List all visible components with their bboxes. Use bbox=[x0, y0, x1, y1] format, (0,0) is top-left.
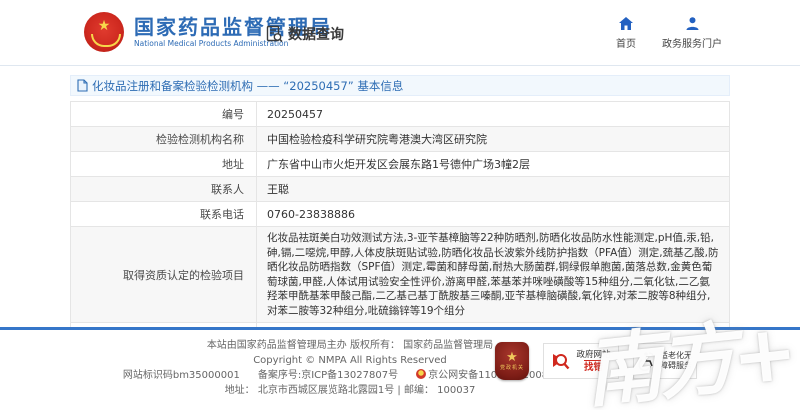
gov-agency-badge[interactable]: ★ 党政机关 bbox=[495, 342, 529, 380]
row-value: 广东省中山市火炬开发区会展东路1号德仲广场3幢2层 bbox=[257, 152, 730, 177]
police-badge-icon bbox=[416, 369, 426, 379]
table-row: 检验检测机构名称 中国检验检疫科学研究院粤港澳大湾区研究院 bbox=[71, 127, 730, 152]
row-value: 中国检验检疫科学研究院粤港澳大湾区研究院 bbox=[257, 127, 730, 152]
row-value: 0760-23838886 bbox=[257, 202, 730, 227]
site-code: 网站标识码bm35000001 bbox=[123, 368, 240, 383]
row-label: 取得资质认定的检验项目 bbox=[71, 227, 257, 323]
table-row: 地址 广东省中山市火炬开发区会展东路1号德仲广场3幢2层 bbox=[71, 152, 730, 177]
site-header: 国家药品监督管理局 National Medical Products Admi… bbox=[0, 0, 800, 66]
website-error-report-badge[interactable]: 政府网站 找错 bbox=[543, 343, 619, 379]
page: 国家药品监督管理局 National Medical Products Admi… bbox=[0, 0, 800, 410]
top-nav: 首页 政务服务门户 bbox=[616, 14, 722, 50]
row-label: 联系电话 bbox=[71, 202, 257, 227]
document-search-icon bbox=[266, 25, 283, 43]
wheelchair-icon bbox=[638, 351, 656, 371]
page-title: 化妆品注册和备案检验检测机构 —— “20250457” 基本信息 bbox=[92, 78, 403, 94]
nav-home-label: 首页 bbox=[616, 35, 636, 50]
icp-number[interactable]: 备案序号:京ICP备13027807号 bbox=[258, 368, 398, 383]
main-content: 化妆品注册和备案检验检测机构 —— “20250457” 基本信息 编号 202… bbox=[70, 75, 730, 348]
row-label: 检验检测机构名称 bbox=[71, 127, 257, 152]
accessibility-badge[interactable]: 适老化无障碍服务 bbox=[633, 343, 697, 379]
nav-gov-portal[interactable]: 政务服务门户 bbox=[662, 14, 722, 50]
page-titlebar: 化妆品注册和备案检验检测机构 —— “20250457” 基本信息 bbox=[70, 75, 730, 96]
table-row: 联系电话 0760-23838886 bbox=[71, 202, 730, 227]
error-report-badge-bottom: 找错 bbox=[584, 360, 603, 373]
row-label: 地址 bbox=[71, 152, 257, 177]
magnifier-icon bbox=[551, 350, 571, 372]
footer-badges: ★ 党政机关 政府网站 找错 bbox=[495, 342, 697, 380]
row-value: 王聪 bbox=[257, 177, 730, 202]
accessibility-badge-label: 适老化无障碍服务 bbox=[660, 351, 692, 371]
error-report-badge-top: 政府网站 bbox=[576, 350, 610, 360]
nav-gov-portal-label: 政务服务门户 bbox=[662, 35, 722, 50]
table-row: 编号 20250457 bbox=[71, 102, 730, 127]
row-label: 编号 bbox=[71, 102, 257, 127]
national-emblem-logo-icon bbox=[84, 12, 124, 52]
user-icon bbox=[685, 14, 700, 32]
document-icon bbox=[77, 79, 88, 92]
row-value-test-items: 化妆品祛斑美白功效测试方法,3-亚苄基樟脑等22种防晒剂,防晒化妆品防水性能测定… bbox=[257, 227, 730, 323]
info-table: 编号 20250457 检验检测机构名称 中国检验检疫科学研究院粤港澳大湾区研究… bbox=[70, 101, 730, 348]
table-row: 取得资质认定的检验项目 化妆品祛斑美白功效测试方法,3-亚苄基樟脑等22种防晒剂… bbox=[71, 227, 730, 323]
data-query-section[interactable]: 数据查询 bbox=[266, 24, 344, 44]
row-label: 联系人 bbox=[71, 177, 257, 202]
footer-line4: 地址： 北京市西城区展览路北露园1号 | 邮编： 100037 bbox=[110, 383, 590, 398]
row-value: 20250457 bbox=[257, 102, 730, 127]
gov-agency-badge-label: 党政机关 bbox=[500, 365, 524, 372]
home-icon bbox=[618, 14, 634, 32]
site-footer: 本站由国家药品监督管理局主办 版权所有： 国家药品监督管理局 Copyright… bbox=[0, 327, 800, 410]
nav-home[interactable]: 首页 bbox=[616, 14, 636, 50]
star-icon: ★ bbox=[506, 351, 518, 365]
table-row: 联系人 王聪 bbox=[71, 177, 730, 202]
data-query-label: 数据查询 bbox=[288, 24, 344, 44]
